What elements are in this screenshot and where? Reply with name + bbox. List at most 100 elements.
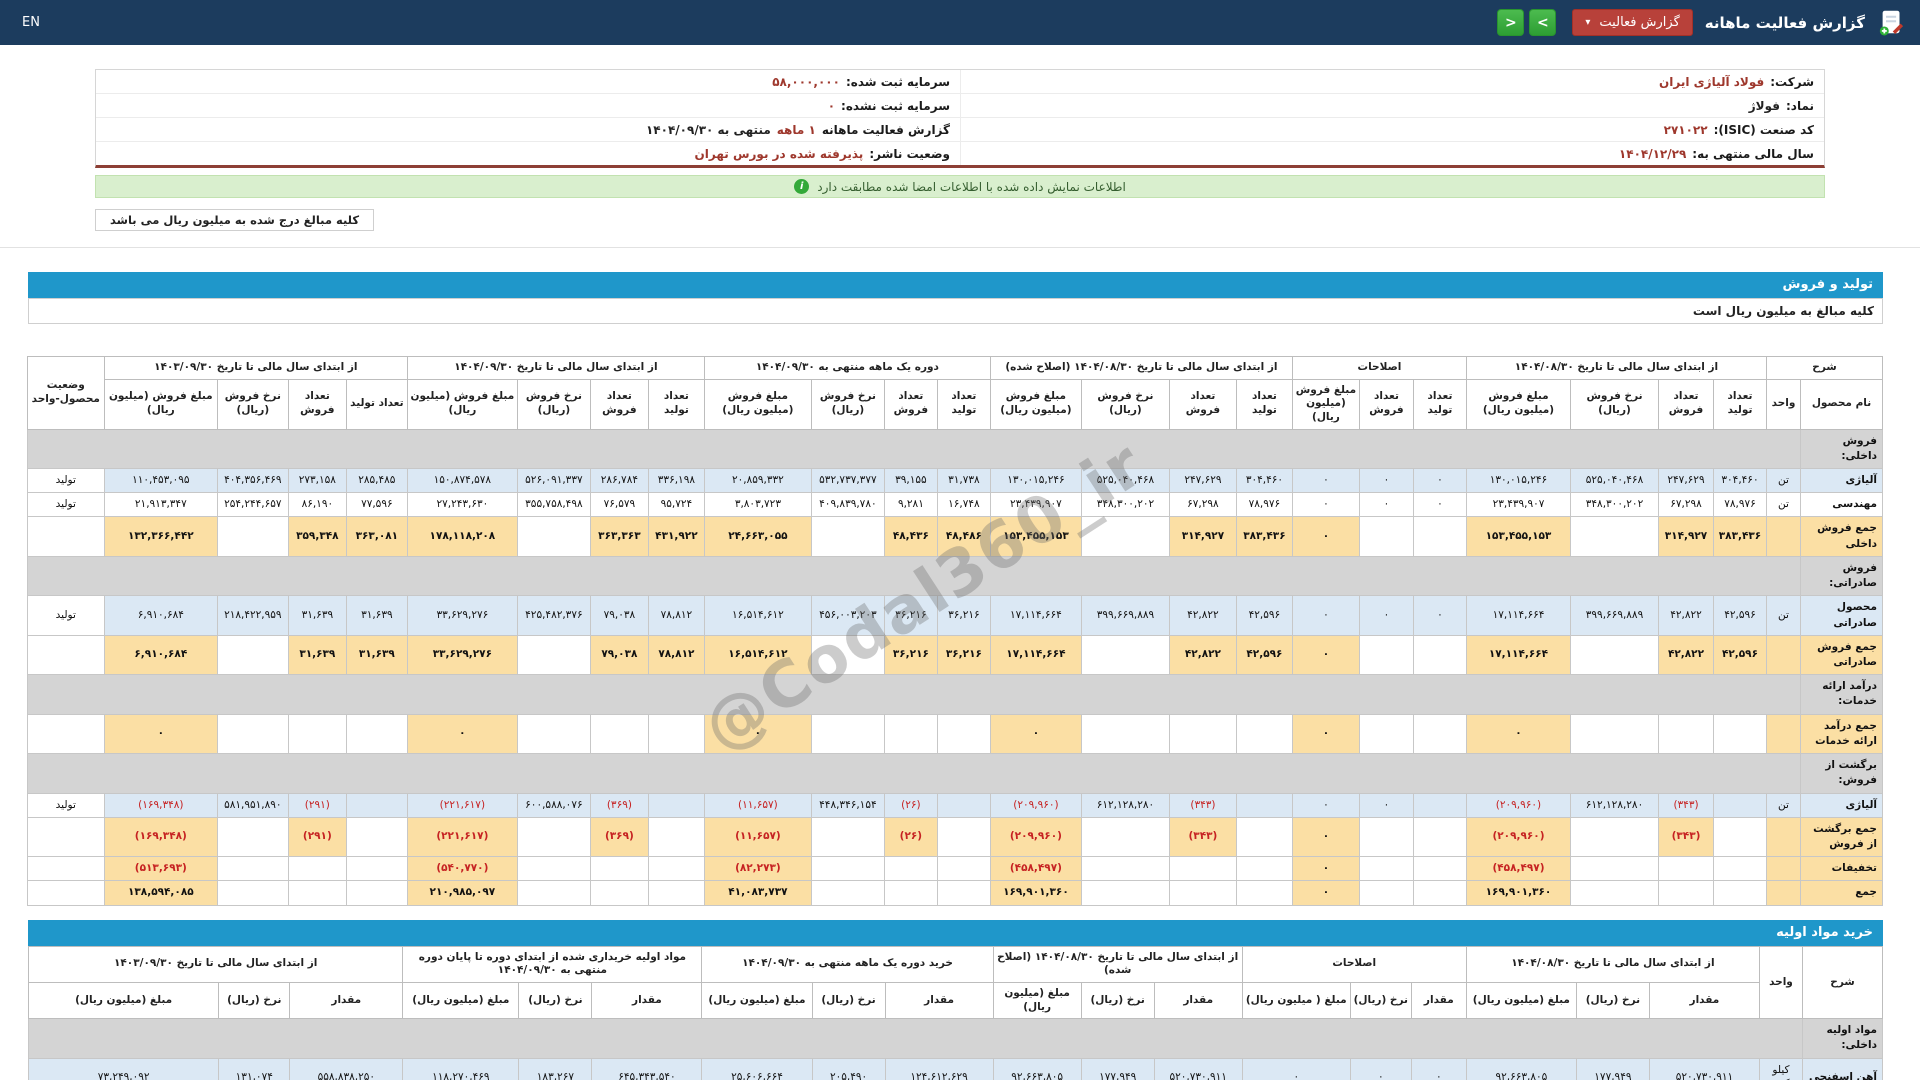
unit-cell: تن xyxy=(1766,492,1801,518)
value-cell xyxy=(1412,816,1467,858)
value-cell: ۱۱۸,۲۷۰,۴۶۹ xyxy=(402,1057,520,1080)
measure-header: مبلغ ( میلیون ریال) xyxy=(1241,981,1351,1020)
value-cell: ۳,۸۰۳,۷۲۳ xyxy=(703,492,812,518)
value-cell: ۴۲,۸۲۲ xyxy=(1658,595,1714,636)
value-cell: ۰ xyxy=(989,713,1082,755)
value-cell xyxy=(1235,816,1293,858)
measure-header: مبلغ فروش (میلیون ریال) xyxy=(703,378,812,430)
value-cell: ۶۱۲,۱۲۸,۲۸۰ xyxy=(1570,792,1659,818)
value-cell xyxy=(1235,856,1293,882)
value-cell xyxy=(1570,713,1659,755)
production-table: شرح از ابتدای سال مالی تا تاریخ ۱۴۰۴/۰۸/۳… xyxy=(26,356,1883,906)
value-cell: (۳۶۹) xyxy=(589,816,649,858)
value-cell xyxy=(516,634,591,676)
measure-header: تعداد تولید xyxy=(1713,378,1767,430)
value-cell xyxy=(810,634,885,676)
value-cell: ۱۶۹,۹۰۱,۳۶۰ xyxy=(1465,880,1572,906)
value-cell xyxy=(516,516,591,557)
value-cell: ۹۲,۶۶۳,۸۰۵ xyxy=(1465,1057,1577,1080)
value-cell xyxy=(1658,713,1714,755)
value-cell: (۲۹۱) xyxy=(287,816,347,858)
value-cell: (۱۱,۶۵۷) xyxy=(703,816,812,858)
section-fill xyxy=(28,1018,1803,1059)
nav-back-button[interactable]: < xyxy=(1497,9,1525,36)
value-cell xyxy=(1658,880,1714,906)
value-cell xyxy=(216,816,289,858)
value-cell: ۶۰۰,۵۸۸,۰۷۶ xyxy=(516,792,591,818)
section-label: درآمد ارائه خدمات: xyxy=(1800,674,1883,715)
measure-header: نرخ (ریال) xyxy=(1080,981,1155,1020)
value-cell xyxy=(1412,713,1467,755)
period-group-header: از ابتدای سال مالی تا تاریخ ۱۴۰۴/۰۹/۳۰ xyxy=(406,356,705,380)
report-type-dropdown[interactable]: گزارش فعالیت ▾ xyxy=(1572,9,1693,36)
language-toggle-en[interactable]: EN xyxy=(22,15,40,30)
value-cell xyxy=(1358,634,1414,676)
value-cell: ۰ xyxy=(1412,595,1467,636)
value-cell xyxy=(936,792,991,818)
value-cell: ۴۲,۵۹۶ xyxy=(1713,634,1767,676)
value-cell: ۴۱,۰۸۳,۷۳۷ xyxy=(703,880,812,906)
value-cell xyxy=(883,880,938,906)
value-cell xyxy=(345,880,408,906)
value-cell: ۳۱۴,۹۲۷ xyxy=(1168,516,1237,557)
value-cell: ۰ xyxy=(1358,492,1414,518)
value-cell: ۷۸,۹۷۶ xyxy=(1235,492,1293,518)
value-cell: ۴۲,۸۲۲ xyxy=(1658,634,1714,676)
value-cell xyxy=(936,880,991,906)
value-cell xyxy=(1412,880,1467,906)
value-cell xyxy=(936,713,991,755)
value-cell: ۳۱,۷۳۸ xyxy=(936,467,991,494)
unit-cell: تن xyxy=(1766,595,1801,636)
unit-cell xyxy=(1766,880,1801,906)
value-cell: ۴۰۴,۳۵۶,۴۶۹ xyxy=(216,467,289,494)
value-cell xyxy=(516,880,591,906)
value-cell: ۴۲۵,۴۸۲,۳۷۶ xyxy=(516,595,591,636)
value-cell xyxy=(1080,856,1170,882)
nav-forward-button[interactable]: > xyxy=(1529,9,1557,36)
fiscal-year-value: ۱۴۰۴/۱۲/۲۹ xyxy=(1618,146,1687,161)
value-cell: (۱۶۹,۳۴۸) xyxy=(103,792,218,818)
value-cell xyxy=(936,816,991,858)
value-cell: ۳۵۵,۷۵۸,۴۹۸ xyxy=(516,492,591,518)
value-cell xyxy=(516,713,591,755)
value-cell: ۴۲,۵۹۶ xyxy=(1713,595,1767,636)
measure-header: نرخ فروش (ریال) xyxy=(810,378,885,430)
value-cell: ۸۶,۱۹۰ xyxy=(287,492,347,518)
value-cell: ۰ xyxy=(1291,634,1360,676)
value-cell xyxy=(883,713,938,755)
value-cell xyxy=(1412,634,1467,676)
sum-row: جمع فروش صادراتی ۴۲,۵۹۶ ۴۲,۸۲۲ ۱۷,۱۱۴,۶۶۴ ۰ ۴… xyxy=(26,634,1883,676)
product-name-cell: جمع درآمد ارائه خدمات xyxy=(1800,713,1883,755)
registered-capital-value: ۵۸,۰۰۰,۰۰۰ xyxy=(772,74,840,89)
value-cell xyxy=(1713,856,1767,882)
value-cell: ۰ xyxy=(1291,880,1360,906)
info-row: کد صنعت (ISIC): ۲۷۱۰۲۲ گزارش فعالیت ماها… xyxy=(96,117,1824,141)
value-cell: ۴۸,۴۳۶ xyxy=(883,516,938,557)
value-cell: ۶,۹۱۰,۶۸۴ xyxy=(103,634,218,676)
unit-cell xyxy=(1766,816,1801,858)
value-cell xyxy=(1713,792,1767,818)
product-name-cell: جمع فروش صادراتی xyxy=(1800,634,1883,676)
value-cell xyxy=(345,816,408,858)
period-group-header: از ابتدای سال مالی تا تاریخ ۱۴۰۴/۰۸/۳۰ xyxy=(1465,945,1760,983)
value-cell xyxy=(216,880,289,906)
unit-cell xyxy=(1766,713,1801,755)
value-cell xyxy=(516,856,591,882)
product-name-cell: مهندسی xyxy=(1800,492,1883,518)
value-cell: ۰ xyxy=(1291,595,1360,636)
value-cell: ۰ xyxy=(1349,1057,1412,1080)
value-cell xyxy=(1713,713,1767,755)
chevron-down-icon: ▾ xyxy=(1585,17,1591,28)
company-info-section: شرکت: فولاد آلیاژی ایران سرمایه ثبت شده:… xyxy=(0,45,1920,198)
measure-header: مبلغ (میلیون ریال) xyxy=(1465,981,1577,1020)
value-cell: ۱۵۳,۴۵۵,۱۵۳ xyxy=(989,516,1082,557)
measure-header: نرخ (ریال) xyxy=(518,981,593,1020)
value-cell xyxy=(589,856,649,882)
value-cell xyxy=(1570,816,1659,858)
value-cell: (۳۴۳) xyxy=(1658,816,1714,858)
unit-cell: کیلو گرم xyxy=(1758,1057,1803,1080)
value-cell: ۳۱,۶۳۹ xyxy=(345,634,408,676)
value-cell: ۱۶,۷۴۸ xyxy=(936,492,991,518)
value-cell xyxy=(810,856,885,882)
measure-header: مبلغ (میلیون ریال) xyxy=(992,981,1082,1020)
